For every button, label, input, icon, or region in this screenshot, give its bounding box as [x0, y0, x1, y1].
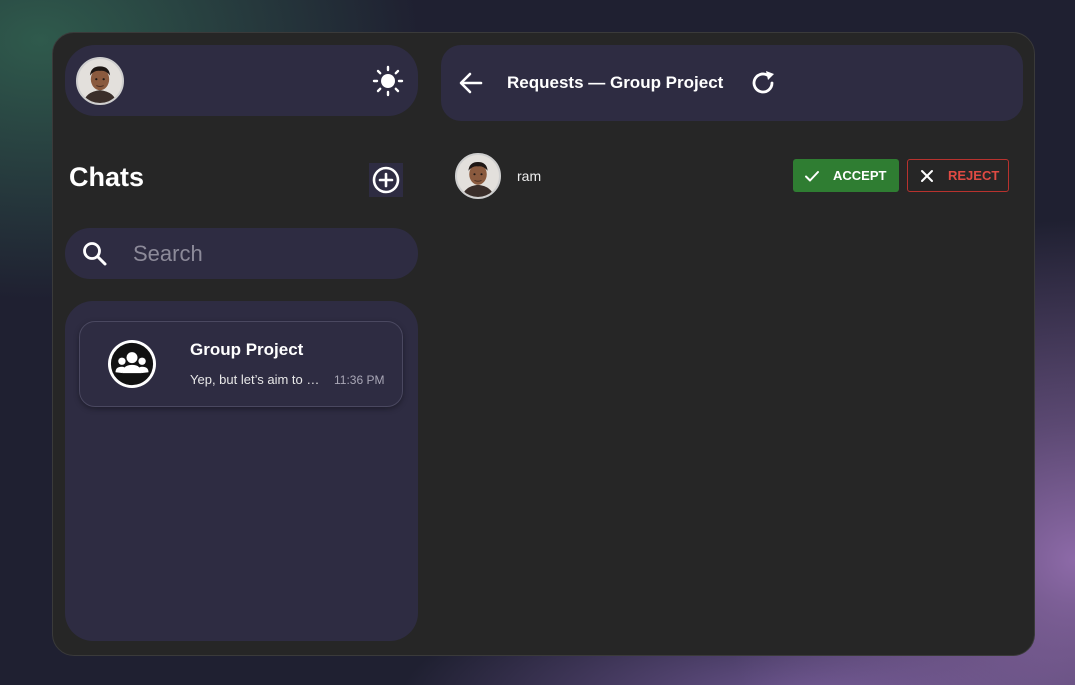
page-title: Requests — Group Project	[507, 73, 724, 92]
group-icon	[108, 340, 156, 388]
sun-icon[interactable]	[372, 65, 404, 97]
close-icon	[918, 167, 936, 185]
reject-button[interactable]: REJECT	[907, 159, 1009, 192]
profile-bar	[65, 45, 418, 116]
chat-header: Requests — Group Project	[441, 45, 1023, 121]
accept-button[interactable]: ACCEPT	[793, 159, 899, 192]
chat-name: Group Project	[190, 340, 304, 359]
requester-name: ram	[517, 168, 542, 184]
refresh-icon[interactable]	[749, 69, 777, 97]
check-icon	[803, 167, 821, 185]
arrow-left-icon[interactable]	[457, 69, 485, 97]
avatar	[455, 153, 501, 199]
reject-label: REJECT	[948, 168, 1000, 183]
user-avatar[interactable]	[76, 57, 124, 105]
search-icon	[81, 240, 109, 268]
accept-label: ACCEPT	[833, 168, 887, 183]
search-input[interactable]	[133, 237, 403, 270]
request-row: ram ACCEPT REJECT	[455, 153, 1011, 199]
add-circle-icon[interactable]	[369, 163, 403, 197]
search-bar	[65, 228, 418, 279]
chat-list: Group Project Yep, but let’s aim to fini…	[65, 301, 418, 641]
chat-last-message: Yep, but let’s aim to finish early	[190, 372, 322, 387]
chats-heading: Chats	[69, 162, 145, 192]
chat-app-window: Chats Search Group Project Yep, but let’…	[52, 32, 1035, 656]
chat-timestamp: 11:36 PM	[334, 373, 385, 387]
chat-list-item[interactable]: Group Project Yep, but let’s aim to fini…	[79, 321, 403, 407]
